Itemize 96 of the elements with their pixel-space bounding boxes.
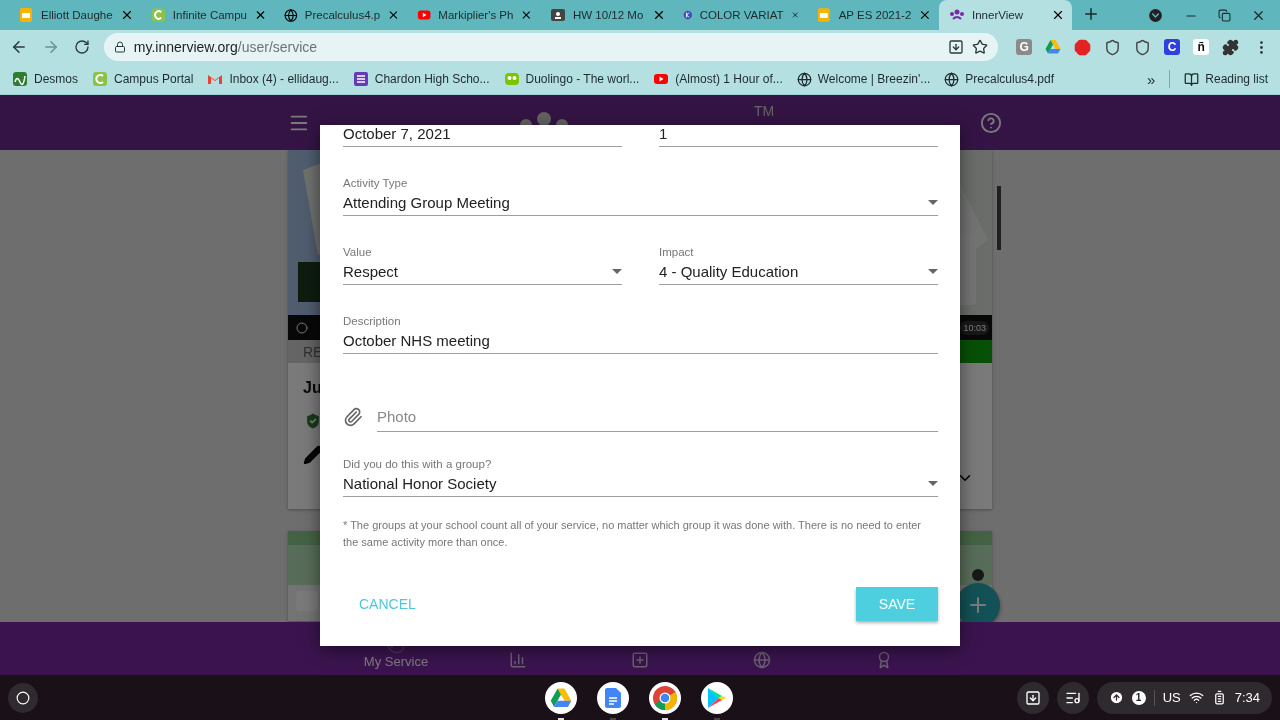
select-field[interactable]: Activity Type Attending Group Meeting [343,177,938,216]
bookmark[interactable]: Desmos [12,71,78,87]
owl-icon [503,71,520,87]
triangle-logo-icon [550,687,572,708]
restore-icon[interactable] [1218,9,1231,22]
star-icon[interactable] [972,39,989,55]
logo-icon [92,71,108,87]
paperclip-icon[interactable] [343,407,363,427]
bookmark[interactable]: Precalculus4.pdf [944,71,1054,87]
address-bar[interactable]: my.innerview.org/user/service [103,33,999,61]
shield-icon[interactable] [1134,38,1152,56]
notification-count: 1 [1131,690,1146,705]
dropdown-arrow-icon [928,200,938,205]
help-icon[interactable] [980,111,1002,134]
browser-tab[interactable]: Infinite Campu [141,0,274,30]
extensions-icon[interactable] [1222,38,1240,56]
person-card-icon [550,7,566,23]
dropdown-arrow-icon [612,269,622,274]
list-icon [352,71,369,87]
new-tab-icon[interactable] [1082,5,1100,23]
wifi-icon [1188,690,1204,705]
scrollbar[interactable] [997,186,1001,250]
edit-icon[interactable] [303,445,323,465]
close-icon[interactable] [1051,8,1065,22]
download-icon [1024,689,1041,706]
shelf-app[interactable] [701,681,733,714]
logo-icon [151,7,166,23]
browser-tab[interactable]: COLOR VARIAT [673,0,806,30]
shelf-app[interactable] [649,681,681,714]
reading-list-icon [1184,71,1200,87]
bookmark[interactable]: Chardon High Scho... [352,71,490,87]
extension-icon[interactable]: ñ [1193,39,1210,55]
shelf-app[interactable] [545,681,577,714]
launcher-button[interactable] [8,682,38,713]
launcher-icon [16,690,30,705]
close-icon[interactable] [387,8,400,22]
close-icon[interactable] [120,8,134,22]
back-icon[interactable] [10,38,28,56]
install-icon[interactable] [948,39,965,55]
close-icon[interactable] [254,8,267,22]
bookmark[interactable]: (Almost) 1 Hour of... [653,71,783,87]
globe-icon [753,651,771,669]
logo-icon [12,71,28,87]
browser-tab[interactable]: Markiplier's Ph [407,0,540,30]
bookmark[interactable]: Welcome | Breezin'... [796,71,931,87]
close-icon[interactable] [918,8,932,22]
reading-list[interactable]: Reading list [1184,71,1268,87]
bookmark[interactable]: Duolingo - The worl... [503,71,640,87]
bookmark[interactable]: Campus Portal [92,71,194,87]
document-icon [605,687,621,708]
card-stripe [960,340,992,363]
trademark: TM [753,102,775,119]
globe-icon [796,71,812,87]
text-field[interactable]: Description October NHS meeting [343,315,938,354]
globe-icon [944,71,960,87]
stop-icon[interactable] [1074,38,1092,56]
add-icon [631,651,649,669]
browser-tab[interactable]: Elliott Daughe [8,0,141,30]
close-icon[interactable] [1251,8,1266,23]
select-field[interactable]: Value Respect [343,246,622,285]
browser-tab[interactable]: AP ES 2021-2 [806,0,939,30]
slide-icon [816,7,832,23]
dropdown-arrow-icon [928,481,938,486]
dropdown-arrow-icon [928,269,938,274]
browser-tab[interactable]: InnerView [939,0,1072,30]
text-field[interactable]: 1 [659,125,938,147]
lock-icon [113,41,126,53]
select-field[interactable]: Did you do this with a group? National Honor Society [343,458,938,497]
extension-icon[interactable]: C [1164,39,1181,55]
browser-logo-icon [652,684,678,711]
close-icon[interactable] [520,8,533,22]
holding-space-button[interactable] [1016,681,1049,714]
update-icon [1108,690,1124,705]
reload-icon[interactable] [73,39,90,55]
close-icon[interactable] [652,8,666,22]
group-note: * The groups at your school count all of your service, no matter which group it was done with. There is no need to enter the same activity more than once. [343,518,923,550]
play-icon [653,71,670,87]
tab-search-icon[interactable] [1147,7,1164,24]
globe-icon [284,7,298,23]
play-store-icon [707,686,727,709]
text-field[interactable]: October 7, 2021 [343,125,622,147]
bookmark[interactable]: Inbox (4) - ellidaug... [207,71,339,87]
record-icon [296,321,308,334]
select-field[interactable]: Impact 4 - Quality Education [659,246,938,285]
more-bookmarks[interactable]: » [1146,70,1156,88]
input-method: US [1162,690,1181,705]
media-button[interactable] [1056,681,1089,714]
browser-tab[interactable]: Precalculus4.p [274,0,407,30]
browser-tab[interactable]: HW 10/12 Mo [540,0,673,30]
clock: 7:34 [1234,690,1260,705]
status-tray[interactable]: 1 US 7:34 [1096,681,1272,714]
slide-icon [18,7,34,23]
bar-chart-icon [509,651,527,669]
shelf-app[interactable] [597,681,629,714]
video-time: 10:03 [960,320,989,335]
shield-icon[interactable] [1104,38,1122,56]
